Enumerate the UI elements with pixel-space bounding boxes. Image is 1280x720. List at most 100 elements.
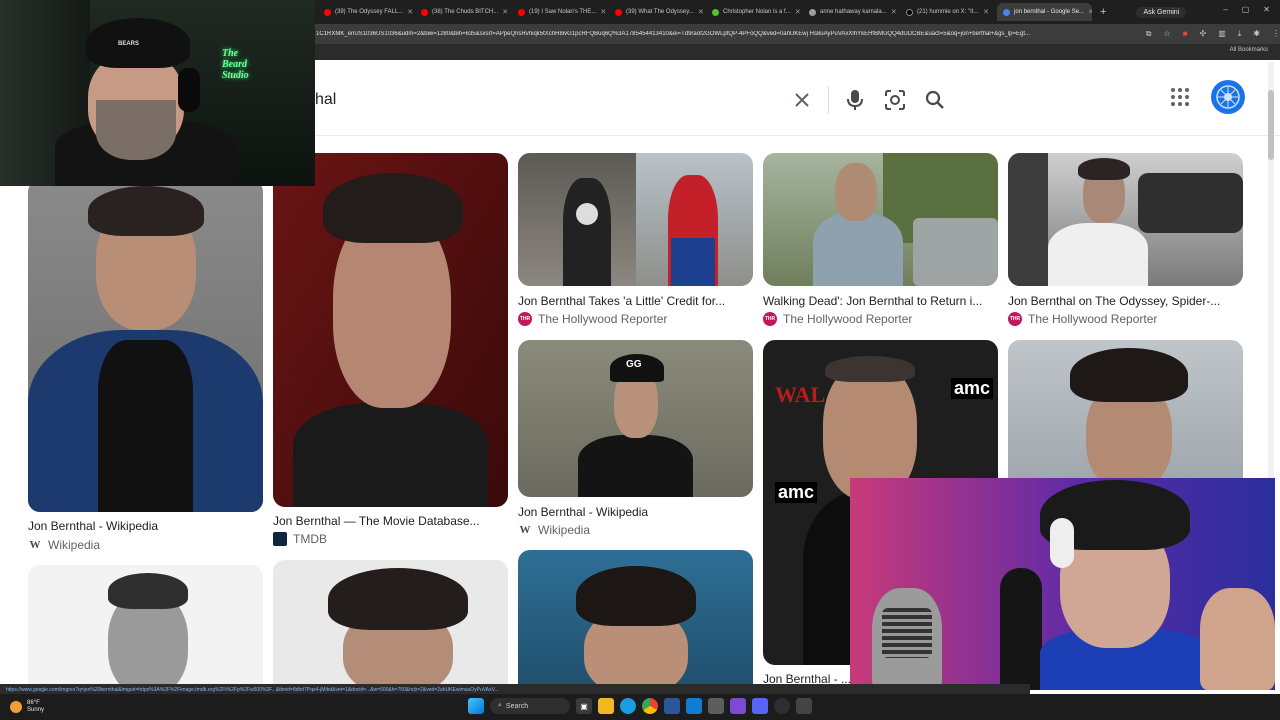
task-view-icon[interactable]: ▣: [576, 698, 592, 714]
result-source-label: The Hollywood Reporter: [1028, 312, 1158, 326]
result-image[interactable]: [28, 180, 263, 512]
weather-widget[interactable]: 86°F Sunny: [10, 700, 44, 714]
result-image[interactable]: [518, 153, 753, 286]
translate-icon[interactable]: ⧉: [1146, 29, 1152, 39]
tab-label: Christopher Nolan is a f...: [723, 9, 791, 15]
browser-tab[interactable]: anne hathaway kamala... ✕: [803, 3, 898, 21]
stream-app-icon[interactable]: [730, 698, 746, 714]
result-source[interactable]: THR The Hollywood Reporter: [518, 312, 667, 326]
result-title[interactable]: Jon Bernthal - Wikipedia: [518, 505, 753, 519]
result-image[interactable]: [518, 550, 753, 695]
close-tab-icon[interactable]: ✕: [698, 8, 704, 16]
face: [835, 163, 877, 221]
truck: [913, 218, 998, 286]
sidepanel-icon[interactable]: ▥: [1218, 29, 1226, 39]
app-icon[interactable]: [708, 698, 724, 714]
browser-tab[interactable]: (39) What The Odyssey... ✕: [609, 3, 704, 21]
taskbar-search[interactable]: ⌕ Search: [490, 698, 570, 714]
settings-icon[interactable]: ✱: [1253, 29, 1260, 39]
browser-tab-active[interactable]: jon bernthal - Google Se... ✕: [997, 3, 1092, 21]
result-source[interactable]: THR The Hollywood Reporter: [763, 312, 912, 326]
divider: [828, 86, 829, 114]
x-icon: [906, 8, 913, 16]
scrollbar-thumb[interactable]: [1268, 90, 1274, 160]
puzzle-icon[interactable]: ✣: [1199, 29, 1206, 39]
result-image[interactable]: [1008, 153, 1243, 286]
bookmark-star-icon[interactable]: ☆: [1163, 29, 1170, 39]
result-source[interactable]: W Wikipedia: [28, 538, 101, 552]
result-source[interactable]: THR The Hollywood Reporter: [1008, 312, 1157, 326]
url-field[interactable]: 1C1RXMK_enUS1036US1036&udm=2&biw=1280&bi…: [316, 31, 1136, 37]
close-tab-icon[interactable]: ✕: [502, 8, 508, 16]
youtube-icon: [518, 8, 525, 16]
windows-start-icon[interactable]: [468, 698, 484, 714]
result-image[interactable]: [763, 153, 998, 286]
guest-webcam: [850, 478, 1275, 690]
close-tab-icon[interactable]: ✕: [407, 8, 413, 16]
google-apps-icon[interactable]: [1170, 87, 1190, 112]
tab-label: jon bernthal - Google Se...: [1014, 9, 1085, 15]
result-title[interactable]: Jon Bernthal — The Movie Database...: [273, 514, 508, 528]
screen: (39) The Odyssey FALL... ✕ (38) The Chuds…: [0, 0, 1280, 720]
close-icon[interactable]: [782, 80, 822, 120]
tab-label: anne hathaway kamala...: [820, 9, 887, 15]
result-title[interactable]: Jon Bernthal Takes 'a Little' Credit for…: [518, 294, 753, 308]
notes-icon[interactable]: [796, 698, 812, 714]
windows-taskbar: 86°F Sunny ⌕ Search ▣: [0, 694, 1280, 720]
close-tab-icon[interactable]: ✕: [1088, 8, 1092, 16]
account-avatar[interactable]: [1211, 80, 1245, 114]
close-window-button[interactable]: ✕: [1263, 5, 1270, 14]
menu-icon[interactable]: ⋮: [1272, 29, 1280, 39]
result-title[interactable]: Jon Bernthal - Wikipedia: [28, 519, 263, 533]
weather-condition: Sunny: [27, 707, 45, 713]
ask-gemini-button[interactable]: Ask Gemini: [1136, 6, 1187, 18]
browser-tab[interactable]: (38) The Chuds BITCH... ✕: [415, 3, 510, 21]
obs-icon[interactable]: [774, 698, 790, 714]
result-source[interactable]: W Wikipedia: [518, 523, 591, 537]
weather-text: 86°F Sunny: [27, 700, 44, 714]
result-source-label: The Hollywood Reporter: [538, 312, 668, 326]
all-bookmarks-button[interactable]: All Bookmarks: [1230, 47, 1268, 53]
result-image[interactable]: [273, 560, 508, 695]
search-icon[interactable]: [915, 80, 955, 120]
tab-label: (39) What The Odyssey...: [626, 9, 694, 15]
browser-tab[interactable]: (19) I Saw Nolan's THE... ✕: [512, 3, 607, 21]
result-image[interactable]: GG: [518, 340, 753, 497]
browser-tab[interactable]: (39) The Odyssey FALL... ✕: [318, 3, 413, 21]
cap-logo: GG: [626, 359, 642, 370]
close-tab-icon[interactable]: ✕: [891, 8, 897, 16]
download-icon[interactable]: ⤓: [1238, 29, 1242, 39]
beanie-logo: BEARS: [118, 41, 140, 47]
tab-label: (19) I Saw Nolan's THE...: [529, 9, 597, 15]
result-image[interactable]: [28, 565, 263, 695]
result-image[interactable]: [1008, 340, 1243, 490]
new-tab-button[interactable]: +: [1100, 6, 1106, 18]
lens-icon[interactable]: [875, 80, 915, 120]
result-title[interactable]: Jon Bernthal on The Odyssey, Spider-...: [1008, 294, 1243, 308]
store-icon[interactable]: [664, 698, 680, 714]
hair: [1070, 348, 1188, 402]
search-box[interactable]: hal: [315, 77, 955, 123]
result-title[interactable]: Walking Dead': Jon Bernthal to Return i.…: [763, 294, 998, 308]
maximize-button[interactable]: ▢: [1242, 5, 1250, 14]
browser-tab[interactable]: (21) hummie on X: "It... ✕: [900, 3, 995, 21]
chrome-icon[interactable]: [642, 698, 658, 714]
neon-sign: The Beard Studio: [222, 48, 249, 81]
close-tab-icon[interactable]: ✕: [983, 8, 989, 16]
discord-icon[interactable]: [752, 698, 768, 714]
shirt: [1048, 223, 1148, 286]
mic-icon[interactable]: [835, 80, 875, 120]
close-tab-icon[interactable]: ✕: [795, 8, 801, 16]
browser-tab[interactable]: Christopher Nolan is a f... ✕: [706, 3, 801, 21]
close-tab-icon[interactable]: ✕: [600, 8, 606, 16]
tab-label: (38) The Chuds BITCH...: [432, 9, 499, 15]
extension-icon[interactable]: ■: [1183, 29, 1188, 39]
file-explorer-icon[interactable]: [598, 698, 614, 714]
result-image[interactable]: [273, 153, 508, 507]
car-background: [1138, 173, 1243, 233]
photos-icon[interactable]: [686, 698, 702, 714]
edge-icon[interactable]: [620, 698, 636, 714]
minimize-button[interactable]: –: [1223, 5, 1227, 14]
search-query[interactable]: hal: [315, 91, 782, 109]
result-source[interactable]: TMDB: [273, 532, 327, 546]
